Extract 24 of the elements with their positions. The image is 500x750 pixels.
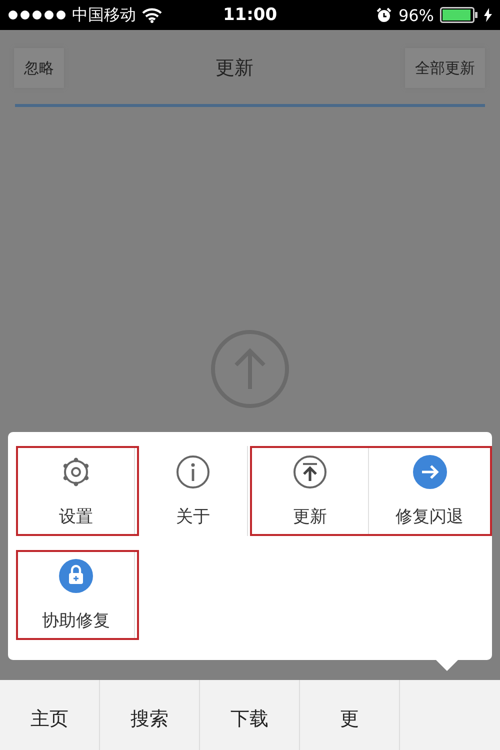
- signal-icon: [8, 10, 66, 20]
- upload-icon: [293, 454, 327, 488]
- update-all-button[interactable]: 全部更新: [405, 48, 485, 88]
- lock-icon: [59, 558, 93, 592]
- menu-item[interactable]: 协助修复: [18, 552, 135, 638]
- carrier-name: 中国移动: [72, 4, 136, 26]
- info-icon: [176, 454, 210, 488]
- menu-item[interactable]: 关于: [139, 446, 248, 536]
- menu-item[interactable]: 更新: [252, 448, 369, 534]
- tab[interactable]: 下载: [200, 680, 300, 750]
- wifi-icon: [142, 8, 162, 22]
- battery-percent: 96%: [398, 6, 434, 24]
- tab[interactable]: 搜索: [100, 680, 200, 750]
- tab[interactable]: 更: [300, 680, 400, 750]
- charging-bolt-icon: [484, 8, 492, 22]
- ignore-button[interactable]: 忽略: [14, 48, 64, 88]
- menu-item[interactable]: 设置: [18, 448, 135, 534]
- arrow-right-icon: [412, 454, 446, 488]
- page-title: 更新: [216, 56, 254, 81]
- alarm-icon: [376, 7, 392, 23]
- menu-item[interactable]: 修复闪退: [371, 448, 488, 534]
- battery-icon: [440, 7, 478, 23]
- clock-time: 11:00: [222, 5, 278, 25]
- tab[interactable]: 主页: [0, 680, 100, 750]
